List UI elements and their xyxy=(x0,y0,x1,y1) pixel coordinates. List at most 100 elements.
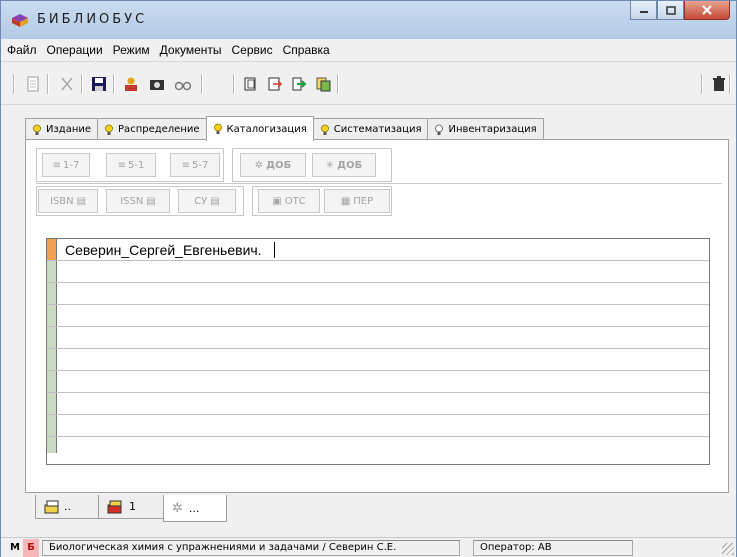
su-button[interactable]: СУ ▤ xyxy=(178,189,236,213)
main-tabs: Издание Распределение Каталогизация Сист… xyxy=(25,116,544,141)
editor-row[interactable] xyxy=(47,349,709,371)
editor-row[interactable] xyxy=(47,437,709,464)
editor-row[interactable] xyxy=(47,283,709,305)
save-button[interactable] xyxy=(89,75,109,93)
issn-label: ISSN xyxy=(120,195,144,207)
minimize-icon xyxy=(639,11,648,13)
app-books-icon xyxy=(12,14,28,27)
menu-documents[interactable]: Документы xyxy=(160,43,222,57)
delete-button[interactable] xyxy=(709,75,729,93)
cataloging-panel: ≡ 1-7 ≡ 5-1 ≡ 5-7 ✲ ДОБ ✳ ДОБ ISBN ▤ ISSN ▤ СУ ▤… xyxy=(25,139,729,493)
sun-icon: ✲ xyxy=(254,159,264,171)
maximize-button[interactable] xyxy=(657,1,684,20)
editor-row[interactable] xyxy=(47,371,709,393)
toolbar-separator xyxy=(47,74,49,94)
document-arrow-icon xyxy=(268,77,283,91)
add-record-button-2[interactable]: ✳ ДОБ xyxy=(312,153,376,177)
row-marker xyxy=(47,283,57,304)
pages-icon xyxy=(316,77,331,92)
resize-grip-icon[interactable] xyxy=(722,543,734,555)
lines-icon: ≡ xyxy=(181,159,191,171)
editor-line-text[interactable]: Северин_Сергей_Евгеньевич. xyxy=(65,242,262,258)
issn-button[interactable]: ISSN ▤ xyxy=(106,189,170,213)
format-1-7-button[interactable]: ≡ 1-7 xyxy=(42,153,90,177)
su-label: СУ xyxy=(194,195,208,207)
document-icon: ▣ xyxy=(272,195,282,207)
tab-label: Систематизация xyxy=(333,124,422,135)
isbn-button[interactable]: ISBN ▤ xyxy=(38,189,98,213)
tab-edition[interactable]: Издание xyxy=(25,118,99,140)
row-marker xyxy=(47,437,57,453)
row-marker xyxy=(47,261,57,282)
add-record-button-1[interactable]: ✲ ДОБ xyxy=(240,153,306,177)
new-document-button[interactable] xyxy=(23,75,43,93)
cut-button[interactable] xyxy=(57,75,77,93)
editor-row[interactable] xyxy=(47,305,709,327)
pages-button[interactable] xyxy=(313,75,333,93)
menu-service[interactable]: Сервис xyxy=(232,43,273,57)
row-marker xyxy=(47,349,57,370)
editor-row[interactable]: Северин_Сергей_Евгеньевич. xyxy=(47,239,709,261)
sun-icon: ✲ xyxy=(172,500,183,516)
maximize-icon xyxy=(665,5,676,15)
toolbar-separator xyxy=(233,74,235,94)
camera-button[interactable] xyxy=(147,75,167,93)
export-button[interactable] xyxy=(265,75,285,93)
book-red-icon xyxy=(107,500,122,513)
close-button[interactable] xyxy=(684,1,730,20)
title-bar[interactable]: БИБЛИОБУС xyxy=(1,1,736,39)
document-stack-icon: ▤ xyxy=(76,195,87,207)
users-button[interactable] xyxy=(121,75,141,93)
editor-row[interactable] xyxy=(47,415,709,437)
format-5-7-button[interactable]: ≡ 5-7 xyxy=(170,153,220,177)
copy-button[interactable] xyxy=(241,75,261,93)
tab-systematization[interactable]: Систематизация xyxy=(312,118,429,140)
copy-icon xyxy=(244,77,256,91)
row-marker-active xyxy=(47,239,57,260)
isbn-label: ISBN xyxy=(49,195,74,207)
record-tab-label: .. xyxy=(64,500,71,513)
forward-button[interactable] xyxy=(289,75,309,93)
status-m-indicator: М xyxy=(10,542,20,553)
people-icon xyxy=(125,77,137,91)
floppy-disk-icon xyxy=(92,77,106,91)
tab-cataloging[interactable]: Каталогизация xyxy=(205,116,314,141)
record-tab-1[interactable]: 1 xyxy=(98,495,164,519)
format-label: 5-1 xyxy=(128,159,145,171)
record-tabs: .. 1 ✲ ... xyxy=(35,495,227,522)
editor-row[interactable] xyxy=(47,393,709,415)
tab-distribution[interactable]: Распределение xyxy=(97,118,207,140)
search-button[interactable] xyxy=(173,75,193,93)
ots-button[interactable]: ▣ ОТС xyxy=(258,189,320,213)
toolbar-separator xyxy=(337,74,339,94)
per-button[interactable]: ▦ ПЕР xyxy=(324,189,390,213)
minimize-button[interactable] xyxy=(630,1,657,20)
lines-icon: ≡ xyxy=(117,159,127,171)
format-5-1-button[interactable]: ≡ 5-1 xyxy=(106,153,156,177)
menu-operations[interactable]: Операции xyxy=(47,43,103,57)
format-label: 5-7 xyxy=(192,159,209,171)
status-b-indicator: Б xyxy=(23,538,39,557)
row-marker xyxy=(47,305,57,326)
menu-mode[interactable]: Режим xyxy=(113,43,150,57)
menu-file[interactable]: Файл xyxy=(7,43,37,57)
lines-icon: ≡ xyxy=(52,159,62,171)
menu-help[interactable]: Справка xyxy=(283,43,330,57)
record-tab-list[interactable]: .. xyxy=(35,495,99,519)
arrow-right-icon xyxy=(292,77,307,91)
lightbulb-icon xyxy=(213,123,222,134)
toolbar-separator xyxy=(113,74,115,94)
editor-row[interactable] xyxy=(47,327,709,349)
tab-label: Инвентаризация xyxy=(448,124,537,135)
toolbar-separator xyxy=(729,74,731,94)
editor-row[interactable] xyxy=(47,261,709,283)
tab-label: Издание xyxy=(46,124,92,135)
row-marker xyxy=(47,371,57,392)
scissors-icon xyxy=(61,77,73,91)
document-stack-icon: ▤ xyxy=(210,195,220,207)
record-editor[interactable]: Северин_Сергей_Евгеньевич. xyxy=(46,238,710,465)
format-label: 1-7 xyxy=(63,159,80,171)
tab-inventory[interactable]: Инвентаризация xyxy=(427,118,544,140)
camera-icon xyxy=(150,80,164,90)
record-tab-new[interactable]: ✲ ... xyxy=(163,495,227,522)
